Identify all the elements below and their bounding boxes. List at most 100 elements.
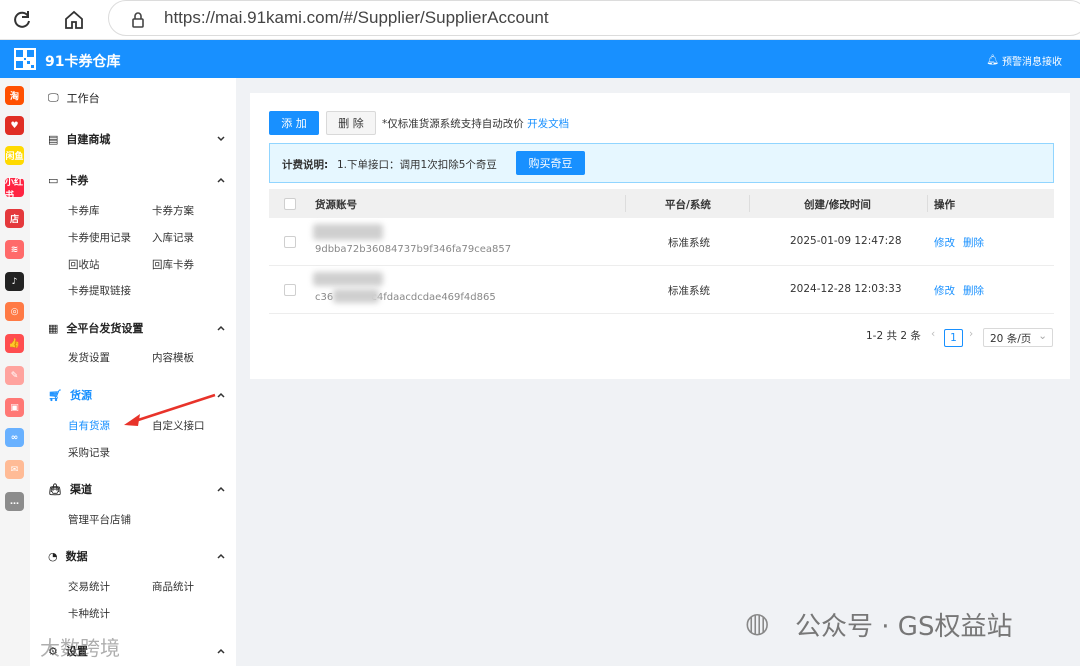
platform-xianyu-icon[interactable]: 闲鱼 <box>5 146 24 165</box>
platform-pinduoduo-icon[interactable]: ♥ <box>5 116 24 135</box>
billing-text: 1.下单接口：调用1次扣除5个奇豆 <box>337 159 497 171</box>
page-number-current[interactable]: 1 <box>944 329 963 347</box>
platform-more-icon[interactable]: … <box>5 492 24 511</box>
col-header-platform: 平台/系统 <box>665 199 711 211</box>
delete-link[interactable]: 删除 <box>963 283 984 298</box>
chevron-down-icon[interactable] <box>216 134 226 144</box>
dev-docs-link[interactable]: 开发文档 <box>527 118 569 130</box>
lock-icon[interactable] <box>126 8 150 32</box>
chevron-up-icon[interactable] <box>216 646 226 656</box>
sidebar-group-source[interactable]: 🛒︎ 货源 <box>48 387 92 403</box>
row-checkbox[interactable] <box>284 236 296 248</box>
sidebar-group-label: 货源 <box>69 389 92 402</box>
sidebar-item-recycle-bin[interactable]: 回收站 <box>68 257 100 272</box>
chevron-up-icon[interactable] <box>216 175 226 185</box>
page-size-select[interactable]: 20 条/页 ⌄ <box>983 328 1053 347</box>
cart-icon: 🛒︎ <box>48 388 62 402</box>
sidebar-item-shipping-settings[interactable]: 发货设置 <box>68 350 110 365</box>
card-icon: ▭ <box>48 173 59 187</box>
sidebar-item-card-library[interactable]: 卡券库 <box>68 203 100 218</box>
delete-button[interactable]: 删 除 <box>326 111 376 135</box>
delete-link[interactable]: 删除 <box>963 235 984 250</box>
platform-cell: 标准系统 <box>668 285 710 297</box>
sidebar-group-mall[interactable]: ▤ 自建商城 <box>48 131 110 147</box>
sidebar-item-product-stats[interactable]: 商品统计 <box>152 579 194 594</box>
platform-like-icon[interactable]: 👍 <box>5 334 24 353</box>
row-checkbox[interactable] <box>284 284 296 296</box>
bag-icon: 👜︎ <box>48 482 62 496</box>
app-logo-icon <box>14 48 36 70</box>
redacted-mask <box>333 289 379 303</box>
platform-card-icon[interactable]: ✉ <box>5 460 24 479</box>
prev-page-icon[interactable]: ‹ <box>931 328 935 340</box>
time-cell: 2024-12-28 12:03:33 <box>790 283 902 295</box>
chevron-up-icon[interactable] <box>216 551 226 561</box>
sidebar-item-own-source[interactable]: 自有货源 <box>68 418 110 433</box>
buy-beans-button[interactable]: 购买奇豆 <box>516 151 585 175</box>
billing-label: 计费说明: <box>282 159 329 171</box>
table-row: c36 c4fdaacdcdae469f4d865 标准系统 2024-12-2… <box>269 266 1054 314</box>
sidebar-group-shipping[interactable]: ▦ 全平台发货设置 <box>48 320 143 336</box>
edit-link[interactable]: 修改 <box>934 235 955 250</box>
watermark-wechat-icon: ◍ <box>745 606 770 639</box>
refresh-icon[interactable] <box>10 8 34 32</box>
app-title: 91卡券仓库 <box>45 54 121 70</box>
platform-apps-icon[interactable]: ◎ <box>5 302 24 321</box>
platform-xiaohongshu-icon[interactable]: 小红书 <box>5 178 24 201</box>
pagination-summary: 1-2 共 2 条 <box>866 330 921 342</box>
sidebar-item-label: 工作台 <box>66 92 100 105</box>
chevron-up-icon[interactable] <box>216 323 226 333</box>
sidebar-item-stock-in-log[interactable]: 入库记录 <box>152 230 194 245</box>
sidebar-item-content-template[interactable]: 内容模板 <box>152 350 194 365</box>
sidebar-item-manage-shops[interactable]: 管理平台店铺 <box>68 512 131 527</box>
alert-receive-button[interactable]: 🔔︎ 预警消息接收 <box>986 53 1062 68</box>
platform-cell: 标准系统 <box>668 237 710 249</box>
url-text[interactable]: https://mai.91kami.com/#/Supplier/Suppli… <box>164 8 549 28</box>
sidebar-item-workbench[interactable]: 🖵︎ 工作台 <box>48 90 100 106</box>
sidebar-group-channel[interactable]: 👜︎ 渠道 <box>48 481 92 497</box>
sidebar-group-label: 卡券 <box>66 174 89 187</box>
sidebar-group-label: 渠道 <box>69 483 92 496</box>
chevron-down-icon: ⌄ <box>1038 330 1047 342</box>
alert-receive-label: 预警消息接收 <box>1002 57 1062 68</box>
sidebar-item-card-extract-link[interactable]: 卡券提取链接 <box>68 283 131 298</box>
platform-link-icon[interactable]: ∞ <box>5 428 24 447</box>
monitor-icon: 🖵︎ <box>48 91 59 104</box>
sidebar: 🖵︎ 工作台 ▤ 自建商城 ▭ 卡券 卡券库 卡券方案 卡券使用记录 入库记录 … <box>30 78 236 666</box>
next-page-icon[interactable]: › <box>969 328 973 340</box>
sidebar-item-card-plan[interactable]: 卡券方案 <box>152 203 194 218</box>
platform-strip: 淘 ♥ 闲鱼小红书店 ≋ ♪ ◎ 👍 ✎ ▣ ∞ ✉ … <box>0 78 30 666</box>
select-all-checkbox[interactable] <box>284 198 296 210</box>
platform-box-icon[interactable]: ▣ <box>5 398 24 417</box>
store-icon: ▤ <box>48 132 59 146</box>
sidebar-group-label: 自建商城 <box>66 133 111 146</box>
sidebar-group-label: 全平台发货设置 <box>66 322 144 335</box>
app-header: 91卡券仓库 🔔︎ 预警消息接收 <box>0 40 1080 78</box>
chevron-up-icon[interactable] <box>216 484 226 494</box>
platform-edit-icon[interactable]: ✎ <box>5 366 24 385</box>
grid-icon: ▦ <box>48 321 59 335</box>
sidebar-group-data[interactable]: ◔ 数据 <box>48 548 88 564</box>
sidebar-item-card-usage-log[interactable]: 卡券使用记录 <box>68 230 131 245</box>
home-icon[interactable] <box>62 8 86 32</box>
sidebar-item-purchase-log[interactable]: 采购记录 <box>68 445 110 460</box>
platform-shop-icon[interactable]: 店 <box>5 209 24 228</box>
watermark-right: 公众号 · GS权益站 <box>795 612 1013 642</box>
col-header-account: 货源账号 <box>315 199 357 211</box>
sidebar-item-card-type-stats[interactable]: 卡种统计 <box>68 606 110 621</box>
page-size-value: 20 条/页 <box>990 333 1032 345</box>
sidebar-item-trade-stats[interactable]: 交易统计 <box>68 579 110 594</box>
edit-link[interactable]: 修改 <box>934 283 955 298</box>
table-header: 货源账号 平台/系统 创建/修改时间 操作 <box>269 189 1054 218</box>
platform-wechat-shop-icon[interactable]: ≋ <box>5 240 24 259</box>
platform-douyin-icon[interactable]: ♪ <box>5 272 24 291</box>
sidebar-group-card[interactable]: ▭ 卡券 <box>48 172 88 188</box>
pie-chart-icon: ◔ <box>48 549 58 563</box>
annotation-arrow <box>124 393 216 426</box>
redacted-mask <box>313 224 383 240</box>
col-header-actions: 操作 <box>934 199 955 211</box>
platform-taobao-icon[interactable]: 淘 <box>5 86 24 105</box>
time-cell: 2025-01-09 12:47:28 <box>790 235 902 247</box>
sidebar-item-returned-cards[interactable]: 回库卡券 <box>152 257 194 272</box>
add-button[interactable]: 添 加 <box>269 111 319 135</box>
